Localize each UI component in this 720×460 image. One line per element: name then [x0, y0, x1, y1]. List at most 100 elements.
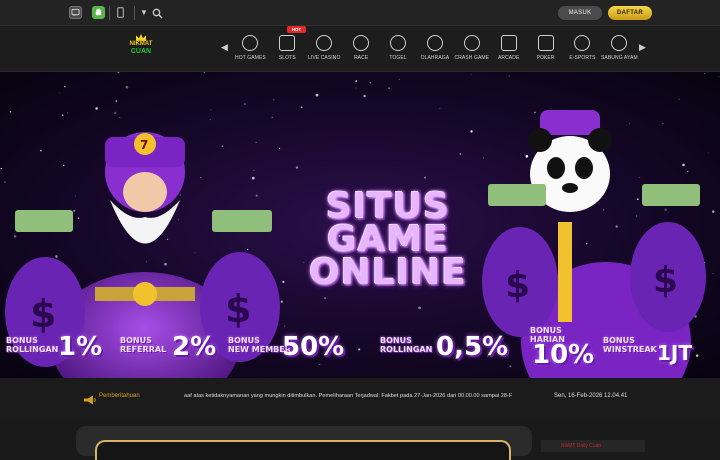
caret-down-icon[interactable]: ▼: [140, 8, 148, 17]
livechat-icon[interactable]: [69, 6, 82, 19]
promo-value: 2%: [172, 332, 217, 362]
hot-badge: HOT: [287, 26, 306, 33]
star: [508, 75, 510, 77]
nav-item[interactable]: LIVE CASINO: [306, 32, 343, 68]
sidebar-card: NikMT Daily Cuan: [541, 440, 645, 452]
promo-value: 1%: [58, 332, 103, 362]
star: [295, 166, 299, 169]
megaphone-icon: [83, 392, 97, 405]
star: [243, 103, 246, 106]
promo-label: BONUS: [530, 326, 562, 335]
nav-prev-arrow-icon[interactable]: ◀: [221, 42, 228, 53]
svg-text:7: 7: [140, 138, 148, 152]
star: [95, 107, 98, 110]
promo-value: 0,5%: [436, 332, 509, 362]
promo-harian: BONUS HARIAN 10%: [530, 326, 594, 372]
crown-icon: [136, 34, 146, 41]
promo-label: BONUS: [120, 336, 152, 345]
promo-new-member: BONUS NEW MEMBER 50%: [228, 332, 350, 372]
promo-label: ROLLINGAN: [380, 345, 433, 354]
promo-rollingan-2: BONUS ROLLINGAN 0,5%: [380, 332, 510, 372]
svg-text:$: $: [653, 260, 678, 301]
nav-item-label: ARCADE: [497, 55, 520, 61]
announcement-marquee: aaf atas ketidaknyamanan yang mungkin di…: [184, 393, 513, 399]
svg-text:$: $: [30, 292, 56, 336]
star: [358, 348, 361, 351]
cards-icon: [537, 35, 554, 51]
promo-label: ROLLINGAN: [6, 345, 59, 354]
star: [470, 74, 472, 75]
star: [363, 94, 366, 98]
promo-label: BONUS: [6, 336, 38, 345]
star: [210, 109, 212, 111]
gamepad-icon: [574, 35, 591, 51]
nav-item[interactable]: RACE: [343, 32, 380, 68]
svg-text:$: $: [225, 287, 251, 331]
star: [439, 107, 441, 110]
star: [704, 73, 706, 75]
promo-referral: BONUS REFERRAL 2%: [120, 332, 220, 372]
nav-item[interactable]: HOT GAMES: [232, 32, 269, 68]
announcement-label: Pemberitahuan: [99, 393, 140, 399]
nav-item-label: HOT GAMES: [235, 55, 266, 61]
game-panel-frame: [95, 440, 511, 460]
promo-value: 50%: [282, 332, 345, 362]
casino-chip-icon: [316, 35, 333, 51]
race-icon: [353, 35, 370, 51]
nav-item[interactable]: E-SPORTS: [564, 32, 601, 68]
promo-winstreak: BONUS WINSTREAK 1JT: [603, 332, 713, 372]
nav-item[interactable]: POKER: [527, 32, 564, 68]
star: [355, 87, 357, 89]
star: [718, 75, 720, 77]
promo-label: BONUS: [380, 336, 412, 345]
nav-item-label: TOGEL: [389, 55, 407, 61]
nav-menu: HOT GAMES SLOTS LIVE CASINO RACE TOGEL OLAHRA…: [232, 32, 638, 68]
promo-label: WINSTREAK: [603, 345, 657, 354]
nav-item-label: SABUNG AYAM: [600, 55, 638, 61]
main-navbar: NIKMAT CUAN ◀ HOT GAMES SLOTS LIVE CASINO R…: [0, 26, 720, 72]
divider: [109, 6, 110, 20]
nav-item[interactable]: SLOTS: [269, 32, 306, 68]
sidebar-card-title: NikMT Daily Cuan: [561, 443, 602, 449]
nav-item-label: POKER: [536, 55, 555, 61]
star: [388, 87, 390, 89]
announcement-bar: Pemberitahuan aaf atas ketidaknyamanan y…: [0, 378, 720, 418]
star: [64, 85, 66, 88]
rocket-icon: [463, 35, 480, 51]
android-app-icon[interactable]: [92, 6, 105, 19]
nav-next-arrow-icon[interactable]: ▶: [639, 42, 646, 53]
mobile-phone-icon[interactable]: [114, 6, 127, 19]
register-button[interactable]: DAFTAR: [608, 6, 652, 20]
divider: [134, 6, 135, 20]
nav-item[interactable]: OLAHRAGA: [416, 32, 453, 68]
site-logo[interactable]: NIKMAT CUAN: [124, 34, 158, 62]
fire-icon: [242, 35, 259, 51]
rooster-icon: [611, 35, 628, 51]
star: [125, 85, 129, 89]
star: [117, 72, 120, 74]
lottery-ball-icon: [390, 35, 406, 51]
promo-label: REFERRAL: [120, 345, 167, 354]
promo-label: BONUS: [603, 336, 635, 345]
search-icon[interactable]: [152, 6, 164, 19]
star: [324, 297, 326, 299]
nav-item-label: OLAHRAGA: [420, 55, 450, 61]
banner-headline: SITUS GAME ONLINE: [300, 189, 476, 291]
nav-item[interactable]: CRASH GAME: [453, 32, 490, 68]
login-button[interactable]: MASUK: [558, 6, 602, 20]
promo-value: 1JT: [657, 341, 692, 365]
star: [355, 80, 358, 82]
nav-item[interactable]: TOGEL: [380, 32, 417, 68]
logo-line2: CUAN: [130, 48, 152, 55]
star: [369, 82, 372, 84]
star: [470, 130, 473, 133]
star: [59, 92, 61, 94]
nav-item-label: LIVE CASINO: [307, 55, 341, 61]
nav-item[interactable]: SABUNG AYAM: [601, 32, 638, 68]
svg-text:$: $: [505, 265, 530, 306]
star: [115, 100, 118, 102]
star: [678, 98, 680, 100]
arcade-icon: [500, 35, 517, 51]
star: [459, 153, 461, 155]
nav-item[interactable]: ARCADE: [490, 32, 527, 68]
